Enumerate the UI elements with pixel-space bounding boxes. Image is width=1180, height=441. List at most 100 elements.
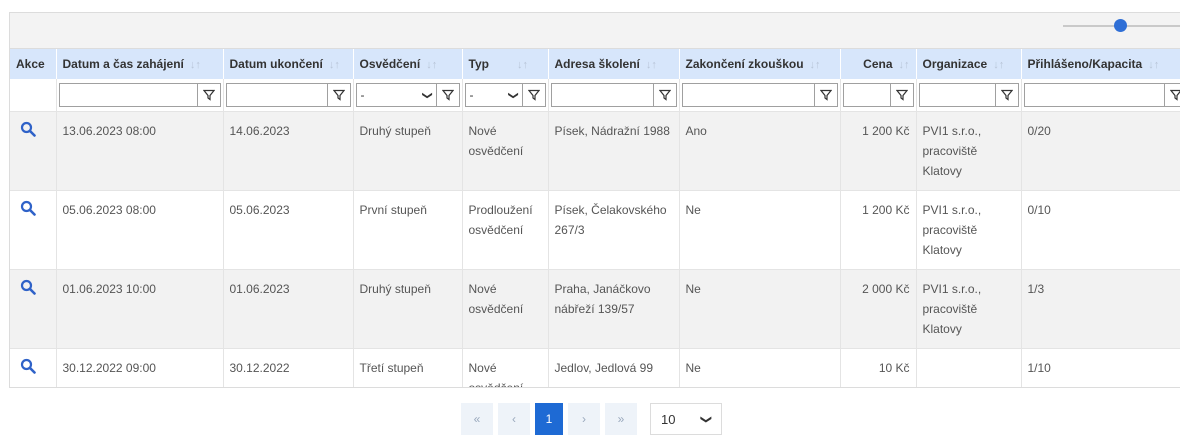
filter-icon[interactable] [521, 83, 546, 107]
cell-zakonceni: Ne [679, 190, 841, 270]
cell-typ: Nové osvědčení [462, 269, 549, 349]
chevron-down-icon: ❯ [421, 90, 433, 100]
filter-input-organizace[interactable] [918, 83, 995, 107]
filter-input-adresa[interactable] [550, 83, 653, 107]
cell-datum-zahajeni: 05.06.2023 08:00 [56, 190, 224, 270]
cell-cena: 1 200 Kč [840, 190, 917, 270]
cell-osvedceni: Druhý stupeň [353, 111, 463, 191]
cell-datum-zahajeni: 30.12.2022 09:00 [56, 348, 224, 387]
cell-datum-zahajeni: 13.06.2023 08:00 [56, 111, 224, 191]
chevron-down-icon: ❯ [507, 90, 519, 100]
filter-icon[interactable] [1163, 83, 1180, 107]
cell-datum-ukonceni: 05.06.2023 [223, 190, 354, 270]
filter-icon[interactable] [994, 83, 1019, 107]
cell-typ: Prodloužení osvědčení [462, 190, 549, 270]
filter-input-zakonceni[interactable] [681, 83, 814, 107]
sort-icon[interactable]: ↓↑ [329, 59, 340, 71]
cell-datum-ukonceni: 14.06.2023 [223, 111, 354, 191]
filter-cell-adresa [548, 79, 680, 112]
cell-typ: Nové osvědčení [462, 111, 549, 191]
col-header-typ[interactable]: Typ ↓↑ [462, 49, 549, 79]
filter-cell-prihlaseno [1021, 79, 1180, 112]
action-cell [10, 111, 57, 191]
table-toolbar [10, 13, 1180, 49]
cell-cena: 2 000 Kč [840, 269, 917, 349]
cell-adresa: Písek, Čelakovského 267/3 [548, 190, 680, 270]
filter-select-typ[interactable]: - ❯ [464, 83, 522, 107]
cell-adresa: Písek, Nádražní 1988 [548, 111, 680, 191]
table-row: 30.12.2022 09:00 30.12.2022 Třetí stupeň… [10, 348, 1180, 387]
column-slider-handle[interactable] [1114, 19, 1127, 32]
filter-icon[interactable] [813, 83, 838, 107]
col-header-zakonceni[interactable]: Zakončení zkouškou ↓↑ [679, 49, 841, 79]
cell-adresa: Jedlov, Jedlová 99 [548, 348, 680, 387]
col-header-osvedceni[interactable]: Osvědčení ↓↑ [353, 49, 463, 79]
table-row: 01.06.2023 10:00 01.06.2023 Druhý stupeň… [10, 269, 1180, 349]
filter-cell-akce [10, 79, 57, 112]
filter-row: - ❯ - ❯ [10, 79, 1180, 112]
cell-cena: 1 200 Kč [840, 111, 917, 191]
cell-adresa: Praha, Janáčkovo nábřeží 139/57 [548, 269, 680, 349]
col-header-datum-zahajeni[interactable]: Datum a čas zahájení ↓↑ [56, 49, 224, 79]
sort-icon[interactable]: ↓↑ [646, 59, 657, 71]
col-header-datum-ukonceni[interactable]: Datum ukončení ↓↑ [223, 49, 354, 79]
filter-cell-osvedceni: - ❯ [353, 79, 463, 112]
sort-icon[interactable]: ↓↑ [1148, 59, 1159, 71]
search-icon[interactable] [20, 358, 36, 377]
col-header-prihlaseno[interactable]: Přihlášeno/Kapacita ↓↑ [1021, 49, 1180, 79]
cell-zakonceni: Ne [679, 348, 841, 387]
col-header-cena[interactable]: Cena ↓↑ [840, 49, 917, 79]
filter-cell-zakonceni [679, 79, 841, 112]
cell-zakonceni: Ne [679, 269, 841, 349]
filter-input-prihlaseno[interactable] [1023, 83, 1164, 107]
filter-input-datum-zahajeni[interactable] [58, 83, 197, 107]
cell-organizace: PVI1 s.r.o., pracoviště Klatovy [916, 269, 1022, 349]
table-row: 05.06.2023 08:00 05.06.2023 První stupeň… [10, 190, 1180, 270]
search-icon[interactable] [20, 121, 36, 140]
chevron-down-icon: ❯ [699, 414, 712, 424]
filter-cell-datum-ukonceni [223, 79, 354, 112]
sort-icon[interactable]: ↓↑ [810, 59, 821, 71]
next-page-button[interactable]: › [568, 403, 600, 435]
filter-select-osvedceni[interactable]: - ❯ [355, 83, 436, 107]
filter-cell-datum-zahajeni [56, 79, 224, 112]
table-row: 13.06.2023 08:00 14.06.2023 Druhý stupeň… [10, 111, 1180, 191]
action-cell [10, 190, 57, 270]
sort-icon[interactable]: ↓↑ [426, 59, 437, 71]
cell-datum-zahajeni: 01.06.2023 10:00 [56, 269, 224, 349]
sort-icon[interactable]: ↓↑ [993, 59, 1004, 71]
col-header-organizace[interactable]: Organizace ↓↑ [916, 49, 1022, 79]
filter-icon[interactable] [652, 83, 677, 107]
search-icon[interactable] [20, 200, 36, 219]
cell-organizace: PVI1 s.r.o., pracoviště Klatovy [916, 190, 1022, 270]
cell-osvedceni: První stupeň [353, 190, 463, 270]
sort-icon[interactable]: ↓↑ [899, 59, 910, 71]
page-1-button[interactable]: 1 [535, 403, 563, 435]
action-cell [10, 348, 57, 387]
sort-icon[interactable]: ↓↑ [517, 59, 528, 71]
cell-cena: 10 Kč [840, 348, 917, 387]
cell-prihlaseno: 0/20 [1021, 111, 1180, 191]
courses-table: Akce Datum a čas zahájení ↓↑ Datum ukonče… [10, 49, 1180, 387]
sort-icon[interactable]: ↓↑ [190, 59, 201, 71]
cell-organizace [916, 348, 1022, 387]
last-page-button[interactable]: » [605, 403, 637, 435]
prev-page-button[interactable]: ‹ [498, 403, 530, 435]
search-icon[interactable] [20, 279, 36, 298]
filter-icon[interactable] [889, 83, 914, 107]
filter-cell-organizace [916, 79, 1022, 112]
pagination: « ‹ 1 › » 10 ❯ [461, 403, 722, 435]
filter-icon[interactable] [326, 83, 351, 107]
cell-prihlaseno: 1/10 [1021, 348, 1180, 387]
page-size-select[interactable]: 10 ❯ [650, 403, 722, 435]
filter-input-cena[interactable] [842, 83, 890, 107]
filter-cell-cena [840, 79, 917, 112]
col-header-adresa[interactable]: Adresa školení ↓↑ [548, 49, 680, 79]
table-header-row: Akce Datum a čas zahájení ↓↑ Datum ukonče… [10, 49, 1180, 79]
first-page-button[interactable]: « [461, 403, 493, 435]
filter-icon[interactable] [435, 83, 460, 107]
filter-icon[interactable] [196, 83, 221, 107]
cell-datum-ukonceni: 30.12.2022 [223, 348, 354, 387]
filter-input-datum-ukonceni[interactable] [225, 83, 327, 107]
cell-osvedceni: Druhý stupeň [353, 269, 463, 349]
